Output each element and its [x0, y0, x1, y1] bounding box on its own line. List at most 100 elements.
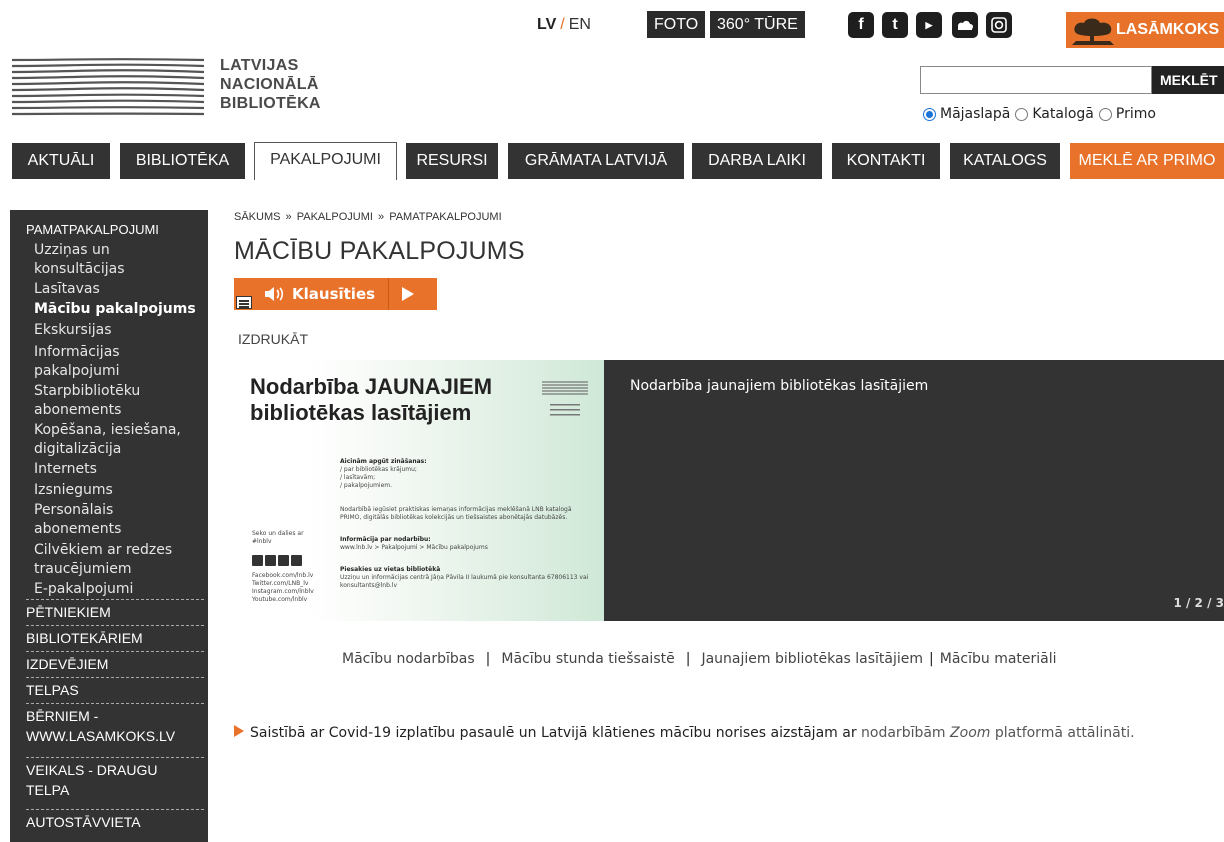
radio-catalog-label: Katalogā	[1032, 106, 1094, 122]
nav-pakalpojumi[interactable]: PAKALPOJUMI	[254, 142, 397, 180]
sidebar-item-personalais[interactable]: Personālais abonements	[34, 501, 204, 539]
slide-follow: Seko un dalies ar #lnblv	[252, 530, 304, 545]
sidebar-section-veikals[interactable]: VEIKALS - DRAUGU TELPA	[26, 757, 204, 800]
lang-separator: /	[560, 16, 565, 33]
breadcrumb-pakalpojumi[interactable]: PAKALPOJUMI	[297, 211, 373, 223]
nav-biblioteka[interactable]: BIBLIOTĒKA	[120, 143, 245, 179]
slide-headline: Nodarbība JAUNAJIEM bibliotēkas lasītāji…	[250, 374, 493, 425]
sidebar: PAMATPAKALPOJUMI Uzziņas un konsultācija…	[10, 210, 208, 842]
covid-notice: Saistībā ar Covid-19 izplatību pasaulē u…	[234, 725, 1135, 741]
sidebar-item-ekskursijas[interactable]: Ekskursijas	[34, 321, 204, 340]
link-macibu-stunda[interactable]: Mācību stunda tiešsaistē	[501, 651, 674, 667]
sidebar-item-uzzinas[interactable]: Uzziņas un konsultācijas	[34, 241, 204, 279]
slide-pager[interactable]: 1 / 2 / 3	[1173, 596, 1224, 610]
slide-body: Nodarbībā iegūsiet praktiskas iemaņas in…	[340, 506, 572, 521]
search-scope-radios: Mājaslapā Katalogā Primo	[920, 106, 1158, 122]
radio-catalog[interactable]	[1015, 107, 1029, 121]
listen-label: Klausīties	[292, 285, 376, 303]
library-logo-mark[interactable]	[12, 56, 204, 118]
logo-line-2: NACIONĀLĀ	[220, 76, 319, 93]
lang-en[interactable]: EN	[569, 16, 591, 33]
search-button[interactable]: MEKLĒT	[1152, 66, 1224, 94]
camera-shape	[991, 17, 1007, 33]
lang-lv[interactable]: LV	[537, 16, 556, 33]
nav-resursi[interactable]: RESURSI	[406, 143, 498, 179]
sidebar-item-macibu-pakalpojums[interactable]: Mācību pakalpojums	[34, 300, 204, 319]
lasamkoks-label: LASĀMKOKS	[1116, 21, 1220, 38]
instagram-icon[interactable]	[986, 12, 1012, 38]
slide-library-logo	[542, 381, 588, 416]
sidebar-section-petniekiem[interactable]: PĒTNIEKIEM	[26, 599, 204, 622]
slide-aicinam-title: Aicinām apgūt zināšanas:	[340, 458, 427, 465]
sidebar-item-redzes[interactable]: Cilvēkiem ar redzes traucējumiem	[34, 541, 204, 579]
bullet-arrow-icon	[234, 725, 244, 737]
soundcloud-icon[interactable]	[952, 12, 978, 38]
twitter-icon[interactable]: t	[882, 12, 908, 38]
link-jaunajiem-lasitajiem[interactable]: Jaunajiem bibliotēkas lasītājiem	[701, 651, 923, 667]
breadcrumb-sep: »	[285, 211, 292, 223]
listen-button[interactable]: Klausīties	[234, 278, 437, 310]
speaker-icon	[265, 287, 284, 301]
tours-360-button[interactable]: 360° TŪRE	[710, 11, 805, 38]
nav-gramata-latvija[interactable]: GRĀMATA LATVIJĀ	[508, 143, 684, 179]
slide-signup-title: Piesakies uz vietas bibliotēkā	[340, 566, 441, 573]
search-input[interactable]	[920, 66, 1152, 94]
sidebar-item-internets[interactable]: Internets	[34, 460, 204, 479]
slide-info-title: Informācija par nodarbību:	[340, 536, 431, 543]
facebook-icon[interactable]: f	[848, 12, 874, 38]
link-macibu-materiali[interactable]: Mācību materiāli	[940, 651, 1057, 667]
sidebar-section-telpas[interactable]: TELPAS	[26, 677, 204, 700]
page-title: MĀCĪBU PAKALPOJUMS	[234, 237, 525, 265]
sidebar-item-informacijas[interactable]: Informācijas pakalpojumi	[34, 343, 204, 381]
tree-icon	[1072, 18, 1114, 45]
slide-social-links: Facebook.com/lnb.lv Twitter.com/LNB_lv I…	[252, 572, 314, 603]
radio-primo[interactable]	[1098, 107, 1112, 121]
sidebar-item-starpbiblioteku[interactable]: Starpbibliotēku abonements	[34, 382, 204, 420]
sidebar-item-lasitavas[interactable]: Lasītavas	[34, 280, 204, 299]
sidebar-heading[interactable]: PAMATPAKALPOJUMI	[26, 222, 159, 237]
sidebar-section-izdevejiem[interactable]: IZDEVĒJIEM	[26, 651, 204, 674]
main-navigation: AKTUĀLI BIBLIOTĒKA PAKALPOJUMI RESURSI G…	[0, 142, 1224, 180]
foto-button[interactable]: FOTO	[647, 11, 706, 38]
radio-primo-label: Primo	[1115, 106, 1156, 122]
lasamkoks-banner[interactable]: LASĀMKOKS	[1066, 12, 1224, 48]
slide-caption-panel[interactable]: Nodarbība jaunajiem bibliotēkas lasītāji…	[604, 360, 1224, 621]
nav-aktuali[interactable]: AKTUĀLI	[12, 143, 110, 179]
library-logo-text[interactable]: LATVIJAS NACIONĀLĀ BIBLIOTĒKA	[220, 56, 321, 113]
listen-divider	[388, 278, 389, 310]
print-link[interactable]: IZDRUKĀT	[238, 331, 308, 347]
sidebar-section-berniem[interactable]: BĒRNIEM - WWW.LASAMKOKS.LV	[26, 703, 204, 746]
slide-caption: Nodarbība jaunajiem bibliotēkas lasītāji…	[630, 378, 929, 394]
nav-primo-search[interactable]: MEKLĒ AR PRIMO	[1070, 143, 1224, 179]
cloud-shape	[958, 20, 974, 30]
nav-darba-laiki[interactable]: DARBA LAIKI	[692, 143, 822, 179]
youtube-icon	[291, 555, 302, 566]
breadcrumb-current[interactable]: PAMATPAKALPOJUMI	[389, 211, 501, 223]
notice-text: Saistībā ar Covid-19 izplatību pasaulē u…	[250, 725, 857, 741]
nav-katalogs[interactable]: KATALOGS	[950, 143, 1060, 179]
slide-info: Informācija par nodarbību: www.lnb.lv > …	[340, 536, 590, 552]
facebook-icon	[252, 555, 263, 566]
menu-icon[interactable]	[236, 296, 252, 309]
slide-info-text: www.lnb.lv > Pakalpojumi > Mācību pakalp…	[340, 544, 488, 551]
youtube-icon[interactable]: ▶	[916, 12, 942, 38]
notice-link-platforma[interactable]: platformā attālināti.	[995, 725, 1135, 741]
play-icon[interactable]	[402, 287, 414, 301]
sidebar-section-bibliotekariem[interactable]: BIBLIOTEKĀRIEM	[26, 625, 204, 648]
logo-line-1: LATVIJAS	[220, 57, 299, 74]
breadcrumb-home[interactable]: SĀKUMS	[234, 211, 280, 223]
link-macibu-nodarbibas[interactable]: Mācību nodarbības	[342, 651, 475, 667]
slide-image[interactable]: Nodarbība JAUNAJIEM bibliotēkas lasītāji…	[234, 360, 604, 621]
notice-zoom: Zoom	[950, 725, 991, 741]
breadcrumb: SĀKUMS » PAKALPOJUMI » PAMATPAKALPOJUMI	[234, 211, 502, 223]
breadcrumb-sep: »	[378, 211, 385, 223]
sidebar-item-izsniegums[interactable]: Izsniegums	[34, 481, 204, 500]
sidebar-item-e-pakalpojumi[interactable]: E-pakalpojumi	[34, 580, 204, 599]
slide-aicinam-item: / pakalpojumiem.	[340, 482, 393, 489]
instagram-icon	[278, 555, 289, 566]
sidebar-section-autostavvieta[interactable]: AUTOSTĀVVIETA	[26, 809, 204, 832]
nav-kontakti[interactable]: KONTAKTI	[832, 143, 940, 179]
notice-link-nodarbibam[interactable]: nodarbībām	[861, 725, 946, 741]
radio-website[interactable]	[923, 107, 936, 121]
sidebar-item-kopesana[interactable]: Kopēšana, iesiešana, digitalizācija	[34, 421, 204, 459]
